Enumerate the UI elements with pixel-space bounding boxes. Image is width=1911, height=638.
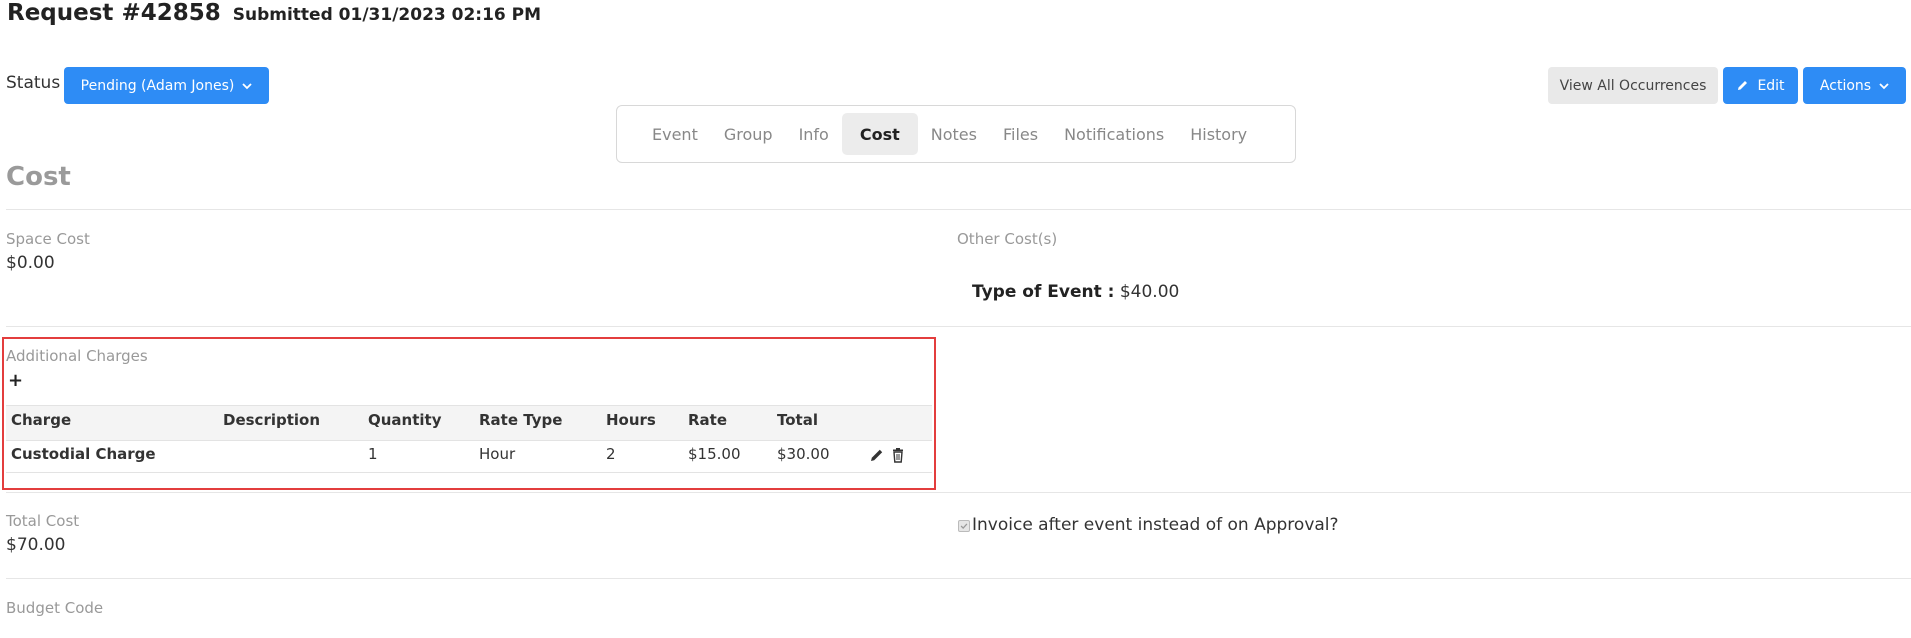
type-of-event-label: Type of Event : [972,282,1115,302]
column-header-hours: Hours [606,411,656,429]
chevron-down-icon [1879,82,1889,89]
column-header-rate-type: Rate Type [479,411,563,429]
total-cell: $30.00 [777,445,830,463]
column-header-rate: Rate [688,411,728,429]
type-of-event-cost: Type of Event : $40.00 [972,282,1179,302]
charge-cell: Custodial Charge [11,445,156,463]
status-value: Pending (Adam Jones) [80,77,235,94]
column-header-description: Description [223,411,321,429]
other-costs-label: Other Cost(s) [957,230,1058,248]
quantity-cell: 1 [368,445,378,463]
add-charge-button[interactable]: + [8,370,23,391]
tab-history[interactable]: History [1177,113,1260,155]
total-cost-value: $70.00 [6,535,66,555]
divider [6,492,1911,493]
edit-label: Edit [1757,77,1785,94]
tab-notifications[interactable]: Notifications [1051,113,1177,155]
type-of-event-value: $40.00 [1119,282,1180,302]
section-heading-cost: Cost [6,162,71,192]
page-title: Request #42858 Submitted 01/31/2023 02:1… [7,0,541,26]
view-all-occurrences-button[interactable]: View All Occurrences [1548,67,1718,104]
tab-event[interactable]: Event [639,113,711,155]
table-row-divider [6,472,932,473]
submitted-timestamp: Submitted 01/31/2023 02:16 PM [232,5,542,25]
tab-notes[interactable]: Notes [918,113,990,155]
divider [6,209,1911,210]
rate-type-cell: Hour [479,445,516,463]
hours-cell: 2 [606,445,616,463]
divider [6,326,1911,327]
space-cost-label: Space Cost [6,230,90,248]
request-number: Request #42858 [7,0,221,26]
status-dropdown-button[interactable]: Pending (Adam Jones) [64,67,269,104]
tab-cost[interactable]: Cost [841,113,918,155]
actions-label: Actions [1819,77,1872,94]
chevron-down-icon [242,82,252,89]
total-cost-label: Total Cost [6,512,80,530]
actions-dropdown-button[interactable]: Actions [1803,67,1906,104]
tab-bar: Event Group Info Cost Notes Files Notifi… [616,105,1296,163]
status-label: Status [6,73,61,93]
space-cost-value: $0.00 [6,253,55,273]
additional-charges-label: Additional Charges [6,347,148,365]
invoice-checkbox[interactable] [958,520,970,532]
invoice-after-event-label: Invoice after event instead of on Approv… [972,515,1339,535]
budget-code-label: Budget Code [6,599,104,617]
column-header-charge: Charge [11,411,72,429]
rate-cell: $15.00 [688,445,741,463]
tab-group[interactable]: Group [711,113,786,155]
pencil-icon[interactable] [869,447,885,463]
tab-files[interactable]: Files [990,113,1051,155]
column-header-quantity: Quantity [368,411,442,429]
edit-button[interactable]: Edit [1723,67,1798,104]
divider [6,578,1911,579]
pencil-icon [1738,81,1748,90]
column-header-total: Total [777,411,818,429]
tab-info[interactable]: Info [786,113,842,155]
trash-icon[interactable] [890,447,906,463]
